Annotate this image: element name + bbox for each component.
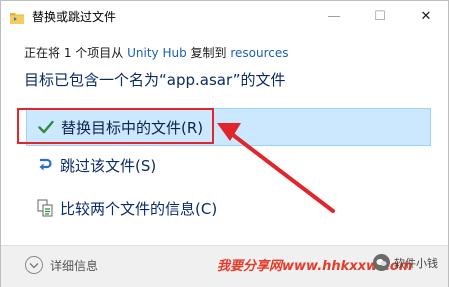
minimize-button[interactable]: — [311, 1, 357, 32]
window-title: 替换或跳过文件 [32, 10, 117, 24]
copy-middle: 复制到 [186, 46, 231, 60]
title-bar[interactable]: 替换或跳过文件 — ☐ ✕ [1, 1, 448, 32]
destination-folder-link[interactable]: resources [230, 46, 288, 60]
watermark-badge: 软件小钱 [373, 254, 438, 271]
folder-icon [10, 9, 24, 24]
replace-skip-dialog: 替换或跳过文件 — ☐ ✕ 正在将 1 个项目从 Unity Hub 复制到 r… [0, 0, 449, 287]
wechat-logo-icon [373, 254, 390, 271]
replace-option[interactable]: 替换目标中的文件(R) [26, 108, 431, 146]
skip-option-label: 跳过该文件(S) [60, 156, 157, 175]
details-label: 详细信息 [50, 258, 99, 273]
compare-option[interactable]: 比较两个文件的信息(C) [26, 189, 431, 227]
copy-prefix: 正在将 1 个项目从 [24, 46, 128, 60]
skip-option[interactable]: 跳过该文件(S) [26, 146, 431, 184]
compare-option-label: 比较两个文件的信息(C) [60, 199, 218, 218]
skip-arrow-icon [36, 156, 54, 174]
checkmark-icon [37, 118, 55, 136]
close-button[interactable]: ✕ [403, 1, 449, 32]
copy-progress-text: 正在将 1 个项目从 Unity Hub 复制到 resources [24, 44, 288, 61]
replace-option-label: 替换目标中的文件(R) [61, 118, 204, 137]
details-toggle[interactable]: 详细信息 [25, 256, 98, 274]
maximize-button[interactable]: ☐ [357, 1, 403, 32]
compare-files-icon [36, 199, 54, 217]
source-folder-link[interactable]: Unity Hub [127, 46, 187, 60]
chevron-down-icon [25, 256, 43, 274]
conflict-headline: 目标已包含一个名为“app.asar”的文件 [24, 71, 286, 89]
watermark-badge-label: 软件小钱 [394, 256, 438, 270]
